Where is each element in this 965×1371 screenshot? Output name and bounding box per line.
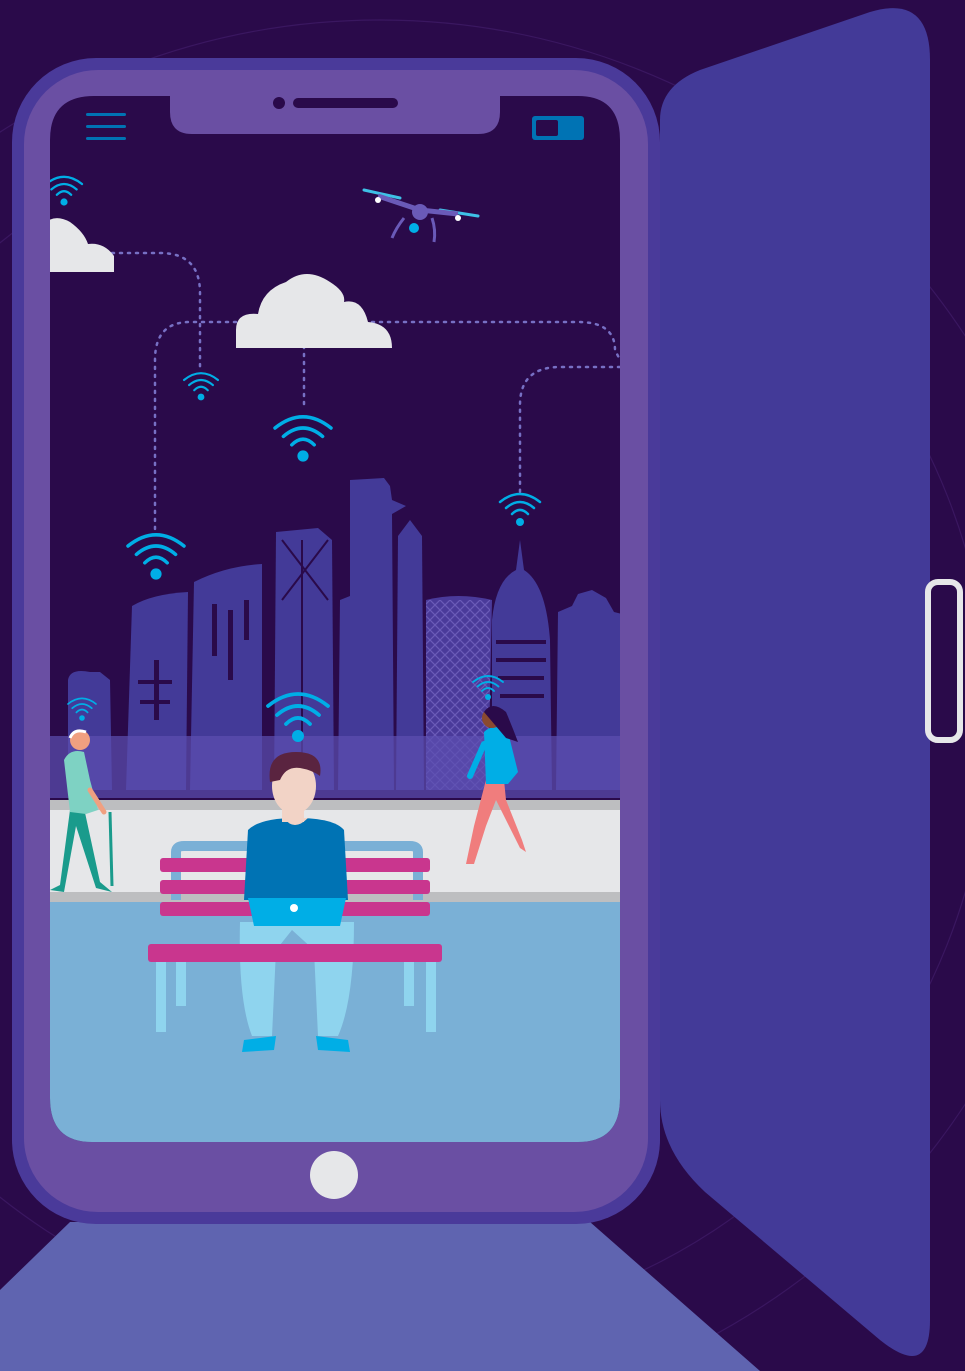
- phone-door: [660, 8, 930, 1357]
- battery-icon: [532, 116, 584, 140]
- promenade-edge-top: [50, 800, 620, 810]
- front-camera: [273, 97, 285, 109]
- speaker-grille: [293, 98, 398, 108]
- smart-city-illustration: [0, 0, 965, 1371]
- phone-screen: [50, 96, 620, 1142]
- lower-buildings: [50, 736, 620, 798]
- home-button-icon[interactable]: [310, 1151, 358, 1199]
